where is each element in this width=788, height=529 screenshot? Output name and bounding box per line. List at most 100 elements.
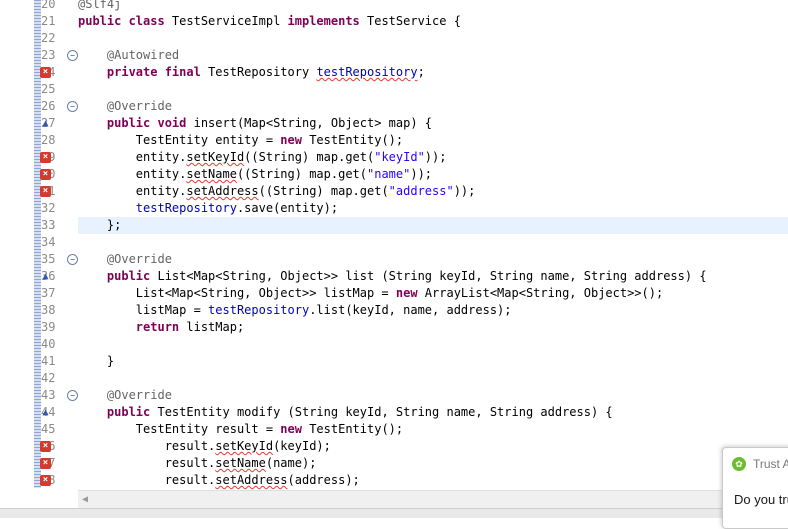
code-line[interactable]: entity.setAddress((String) map.get("addr…: [78, 183, 788, 200]
code-line[interactable]: TestEntity result = new TestEntity();: [78, 421, 788, 438]
code-line[interactable]: result.setName(name);: [78, 455, 788, 472]
error-marker-icon[interactable]: ×: [40, 169, 51, 180]
code-line[interactable]: public TestEntity modify (String keyId, …: [78, 404, 788, 421]
line-number: 41: [41, 354, 56, 368]
code-line[interactable]: @Override: [78, 387, 788, 404]
code-token: testRepository: [135, 201, 237, 215]
error-marker-icon[interactable]: ×: [40, 458, 51, 469]
code-line[interactable]: [78, 81, 788, 98]
line-number: 39: [41, 320, 56, 334]
code-area[interactable]: @Slf4j public class TestServiceImpl imple…: [78, 0, 788, 488]
code-line[interactable]: entity.setKeyId((String) map.get("keyId"…: [78, 149, 788, 166]
code-token: (keyId);: [273, 439, 331, 453]
popup-title: Trust A: [753, 457, 788, 471]
line-number: 38: [41, 303, 56, 317]
error-marker-icon[interactable]: ×: [40, 152, 51, 163]
error-marker-icon[interactable]: ×: [40, 441, 51, 452]
error-marker-icon[interactable]: ×: [40, 475, 51, 486]
error-marker-icon[interactable]: ×: [40, 67, 51, 78]
code-line[interactable]: [78, 234, 788, 251]
code-token: new: [280, 133, 310, 147]
popup-question: Do you tru: [734, 492, 788, 507]
line-number: 34: [41, 235, 56, 249]
collapse-fold-icon[interactable]: −: [67, 101, 78, 112]
horizontal-scrollbar[interactable]: ◀: [78, 490, 788, 508]
code-token: public void: [106, 116, 194, 130]
code-line[interactable]: [78, 370, 788, 387]
code-token: new: [280, 422, 310, 436]
code-line[interactable]: entity.setName((String) map.get("name"))…: [78, 166, 788, 183]
code-line[interactable]: listMap = testRepository.list(keyId, nam…: [78, 302, 788, 319]
code-token: ArrayList<Map<String, Object>>();: [424, 286, 664, 300]
code-token: @Autowired: [106, 48, 180, 62]
code-token: @Override: [106, 252, 172, 266]
override-marker-icon[interactable]: ▲: [40, 271, 51, 282]
code-line[interactable]: }: [78, 353, 788, 370]
code-line[interactable]: private final TestRepository testReposit…: [78, 64, 788, 81]
code-line[interactable]: public void insert(Map<String, Object> m…: [78, 115, 788, 132]
code-token: TestRepository: [208, 65, 317, 79]
line-number: 45: [41, 422, 56, 436]
code-line[interactable]: List<Map<String, Object>> listMap = new …: [78, 285, 788, 302]
code-token: entity.: [78, 167, 187, 181]
code-token: implements: [287, 14, 367, 28]
code-line[interactable]: public List<Map<String, Object>> list (S…: [78, 268, 788, 285]
line-number: 33: [41, 218, 56, 232]
error-marker-icon[interactable]: ×: [40, 186, 51, 197]
code-line[interactable]: result.setAddress(address);: [78, 472, 788, 489]
code-token: TestEntity entity =: [78, 133, 281, 147]
code-line[interactable]: TestEntity entity = new TestEntity();: [78, 132, 788, 149]
code-token: entity.: [78, 184, 187, 198]
code-line[interactable]: testRepository.save(entity);: [78, 200, 788, 217]
code-line[interactable]: @Override: [78, 98, 788, 115]
code-line[interactable]: public class TestServiceImpl implements …: [78, 13, 788, 30]
code-token: setName: [186, 167, 237, 181]
spring-leaf-icon: ✿: [732, 457, 746, 471]
code-editor[interactable]: 20212223−24×2526−27▲2829×30×31×32333435−…: [0, 0, 788, 518]
code-token: public class: [78, 14, 172, 28]
collapse-fold-icon[interactable]: −: [67, 390, 78, 401]
code-token: testRepository: [208, 303, 310, 317]
code-token: entity.: [78, 150, 187, 164]
code-line[interactable]: @Autowired: [78, 47, 788, 64]
line-number: 37: [41, 286, 56, 300]
code-token: result.: [78, 456, 216, 470]
code-line[interactable]: @Slf4j: [78, 0, 788, 13]
code-token: result.: [78, 439, 216, 453]
code-token: TestEntity();: [309, 133, 404, 147]
code-token: ((String) map.get(: [236, 167, 367, 181]
code-line[interactable]: };: [78, 217, 788, 234]
scroll-left-arrow-icon[interactable]: ◀: [82, 494, 88, 505]
collapse-fold-icon[interactable]: −: [67, 50, 78, 61]
code-token: private final: [106, 65, 209, 79]
code-token: TestService {: [367, 14, 461, 28]
code-token: listMap =: [78, 303, 209, 317]
collapse-fold-icon[interactable]: −: [67, 254, 78, 265]
code-token: .save(entity);: [236, 201, 339, 215]
code-line[interactable]: @Override: [78, 251, 788, 268]
code-token: setName: [215, 456, 266, 470]
code-token: TestEntity modify (String keyId, String …: [157, 405, 613, 419]
code-line[interactable]: [78, 336, 788, 353]
override-marker-icon[interactable]: ▲: [40, 118, 51, 129]
code-token: @Slf4j: [78, 0, 122, 11]
code-line[interactable]: return listMap;: [78, 319, 788, 336]
line-number-gutter: 20212223−24×2526−27▲2829×30×31×32333435−…: [0, 0, 78, 488]
code-token: TestEntity result =: [78, 422, 281, 436]
line-number: 25: [41, 82, 56, 96]
override-marker-icon[interactable]: ▲: [40, 407, 51, 418]
code-token: new: [395, 286, 425, 300]
line-number: 20: [41, 0, 56, 11]
code-token: List<Map<String, Object>> listMap =: [78, 286, 396, 300]
line-number: 42: [41, 371, 56, 385]
code-line[interactable]: result.setKeyId(keyId);: [78, 438, 788, 455]
code-line[interactable]: [78, 30, 788, 47]
